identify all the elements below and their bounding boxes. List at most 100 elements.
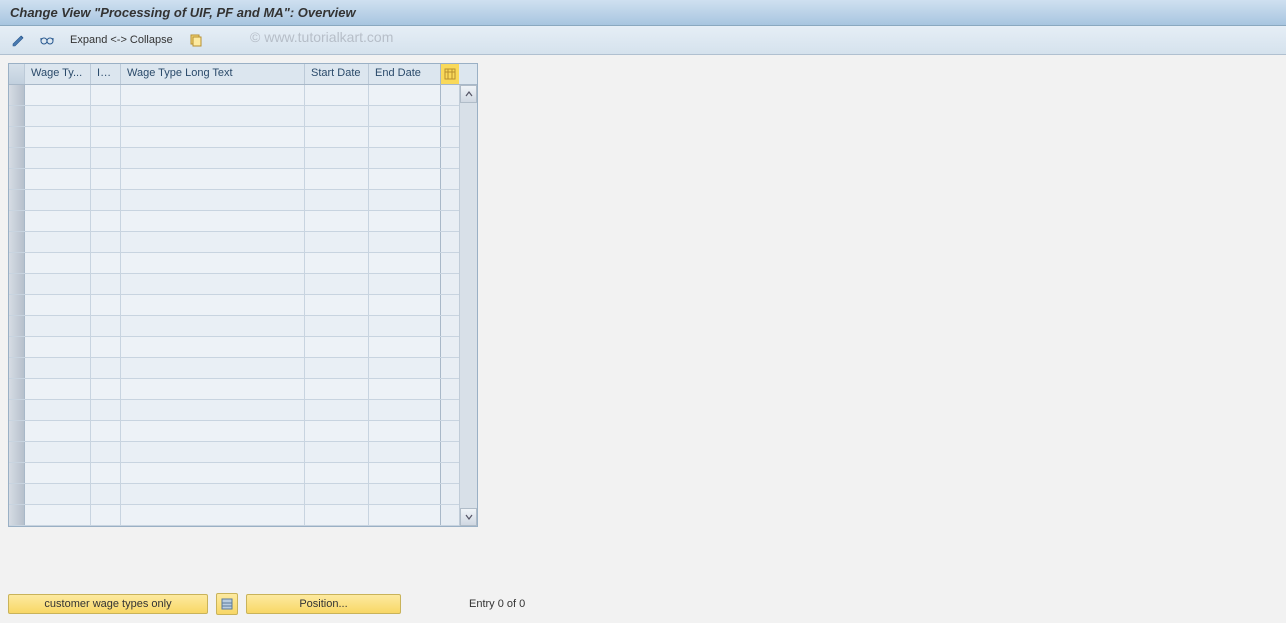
table-cell[interactable] (369, 295, 441, 315)
table-cell[interactable] (25, 337, 91, 357)
table-cell[interactable] (121, 379, 305, 399)
table-cell[interactable] (305, 421, 369, 441)
table-cell[interactable] (25, 421, 91, 441)
details-button[interactable] (36, 30, 58, 50)
row-selector[interactable] (9, 442, 25, 462)
row-selector[interactable] (9, 400, 25, 420)
row-selector[interactable] (9, 274, 25, 294)
table-cell[interactable] (25, 484, 91, 504)
table-cell[interactable] (121, 190, 305, 210)
table-cell[interactable] (369, 400, 441, 420)
table-cell[interactable] (91, 169, 121, 189)
table-cell[interactable] (369, 442, 441, 462)
table-cell[interactable] (91, 379, 121, 399)
table-cell[interactable] (305, 127, 369, 147)
table-cell[interactable] (25, 379, 91, 399)
column-long-text[interactable]: Wage Type Long Text (121, 64, 305, 84)
table-cell[interactable] (369, 127, 441, 147)
table-cell[interactable] (91, 211, 121, 231)
table-cell[interactable] (305, 316, 369, 336)
table-cell[interactable] (305, 211, 369, 231)
column-start-date[interactable]: Start Date (305, 64, 369, 84)
table-cell[interactable] (305, 379, 369, 399)
table-cell[interactable] (305, 190, 369, 210)
table-cell[interactable] (25, 148, 91, 168)
table-cell[interactable] (25, 274, 91, 294)
table-cell[interactable] (91, 106, 121, 126)
table-cell[interactable] (305, 253, 369, 273)
table-cell[interactable] (91, 316, 121, 336)
row-selector[interactable] (9, 421, 25, 441)
table-cell[interactable] (91, 190, 121, 210)
table-cell[interactable] (25, 169, 91, 189)
scroll-track[interactable] (460, 103, 477, 508)
table-cell[interactable] (369, 463, 441, 483)
copy-button[interactable] (185, 30, 207, 50)
table-cell[interactable] (369, 421, 441, 441)
table-cell[interactable] (25, 316, 91, 336)
table-cell[interactable] (91, 274, 121, 294)
table-cell[interactable] (369, 232, 441, 252)
table-cell[interactable] (305, 463, 369, 483)
table-cell[interactable] (91, 463, 121, 483)
table-cell[interactable] (305, 85, 369, 105)
table-cell[interactable] (121, 463, 305, 483)
table-cell[interactable] (91, 358, 121, 378)
table-cell[interactable] (25, 127, 91, 147)
table-cell[interactable] (121, 484, 305, 504)
row-selector[interactable] (9, 463, 25, 483)
table-cell[interactable] (369, 253, 441, 273)
row-selector[interactable] (9, 379, 25, 399)
row-selector[interactable] (9, 85, 25, 105)
table-cell[interactable] (25, 400, 91, 420)
row-selector[interactable] (9, 232, 25, 252)
scroll-down-button[interactable] (460, 508, 477, 526)
table-cell[interactable] (91, 148, 121, 168)
table-cell[interactable] (121, 127, 305, 147)
table-cell[interactable] (369, 148, 441, 168)
table-cell[interactable] (305, 148, 369, 168)
table-cell[interactable] (25, 442, 91, 462)
row-selector[interactable] (9, 358, 25, 378)
table-cell[interactable] (369, 190, 441, 210)
table-config-button[interactable] (441, 64, 459, 84)
table-cell[interactable] (121, 232, 305, 252)
row-selector[interactable] (9, 190, 25, 210)
table-cell[interactable] (121, 211, 305, 231)
table-cell[interactable] (369, 379, 441, 399)
table-cell[interactable] (121, 169, 305, 189)
row-selector[interactable] (9, 316, 25, 336)
customer-wage-types-button[interactable]: customer wage types only (8, 594, 208, 614)
table-cell[interactable] (25, 253, 91, 273)
table-cell[interactable] (369, 85, 441, 105)
table-cell[interactable] (369, 337, 441, 357)
table-cell[interactable] (121, 85, 305, 105)
table-cell[interactable] (369, 316, 441, 336)
table-cell[interactable] (91, 337, 121, 357)
table-cell[interactable] (91, 232, 121, 252)
table-cell[interactable] (91, 505, 121, 525)
table-cell[interactable] (25, 295, 91, 315)
table-cell[interactable] (369, 106, 441, 126)
table-cell[interactable] (25, 106, 91, 126)
table-cell[interactable] (121, 337, 305, 357)
table-cell[interactable] (25, 211, 91, 231)
table-cell[interactable] (121, 400, 305, 420)
row-selector[interactable] (9, 505, 25, 525)
table-cell[interactable] (121, 148, 305, 168)
select-all-corner[interactable] (9, 64, 25, 84)
table-cell[interactable] (305, 295, 369, 315)
expand-collapse-label[interactable]: Expand <-> Collapse (64, 34, 179, 46)
table-cell[interactable] (305, 169, 369, 189)
vertical-scrollbar[interactable] (459, 85, 477, 526)
table-cell[interactable] (369, 358, 441, 378)
table-cell[interactable] (369, 169, 441, 189)
position-button[interactable]: Position... (246, 594, 401, 614)
table-cell[interactable] (369, 274, 441, 294)
table-cell[interactable] (121, 274, 305, 294)
column-inf[interactable]: Inf... (91, 64, 121, 84)
table-cell[interactable] (305, 337, 369, 357)
row-selector[interactable] (9, 169, 25, 189)
table-cell[interactable] (305, 358, 369, 378)
table-cell[interactable] (91, 421, 121, 441)
